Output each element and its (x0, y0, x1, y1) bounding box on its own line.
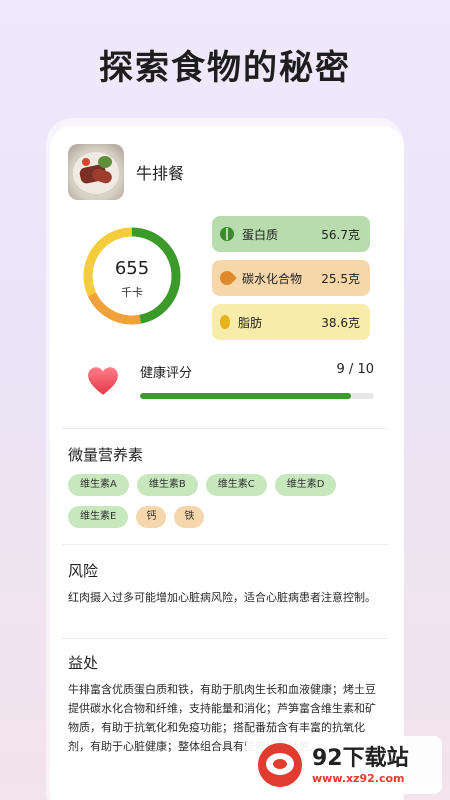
calorie-value: 655 (114, 258, 150, 279)
food-name: 牛排餐 (136, 164, 185, 183)
oil-drop-icon (220, 315, 230, 329)
chip-vitamin-c[interactable]: 维生素C (205, 474, 267, 496)
macro-fat: 脂肪 38.6克 (212, 304, 370, 340)
macro-protein: 蛋白质 56.7克 (212, 216, 370, 252)
risk-title: 风险 (68, 562, 99, 580)
chip-calcium[interactable]: 钙 (136, 506, 167, 528)
site-watermark: 92下载站 www.xz92.com (246, 736, 442, 794)
macro-label: 碳水化合物 (242, 271, 303, 286)
watermark-url: www.xz92.com (312, 771, 405, 785)
health-score-fill (140, 393, 351, 399)
macro-value: 56.7克 (321, 227, 360, 242)
food-photo[interactable] (68, 144, 124, 200)
health-score-bar (140, 393, 374, 399)
calorie-ring: 655 千卡 (82, 226, 182, 326)
food-header: 牛排餐 (68, 144, 184, 200)
grain-icon (217, 268, 237, 288)
macro-carb: 碳水化合物 25.5克 (212, 260, 370, 296)
risk-text: 红肉摄入过多可能增加心脏病风险，适合心脏病患者注意控制。 (68, 591, 376, 604)
heart-icon (88, 367, 118, 395)
bean-icon (220, 227, 234, 241)
nutrition-card: 牛排餐 655 千卡 蛋白质 56.7克 碳水化合物 25.5克 脂肪 38.6… (50, 126, 404, 800)
watermark-title: 92下载站 (312, 745, 409, 771)
health-score-value: 9 / 10 (336, 362, 374, 377)
divider (62, 638, 388, 639)
calorie-unit: 千卡 (121, 286, 143, 299)
page-headline: 探索食物的秘密 (99, 48, 351, 88)
divider (62, 428, 388, 429)
micronutrient-chips: 维生素A 维生素B 维生素C 维生素D 维生素E 钙 铁 (68, 474, 388, 528)
chip-vitamin-d[interactable]: 维生素D (274, 474, 337, 496)
chip-vitamin-b[interactable]: 维生素B (136, 474, 198, 496)
chip-vitamin-a[interactable]: 维生素A (68, 474, 129, 496)
benefit-title: 益处 (68, 654, 99, 672)
macro-value: 38.6克 (321, 315, 360, 330)
macro-value: 25.5克 (321, 271, 360, 286)
chip-vitamin-e[interactable]: 维生素E (68, 506, 129, 528)
divider (62, 544, 388, 545)
health-score-label: 健康评分 (140, 366, 193, 381)
micronutrients-title: 微量营养素 (68, 446, 144, 464)
macro-label: 蛋白质 (242, 227, 279, 242)
macro-label: 脂肪 (238, 315, 263, 330)
site-logo-icon (258, 743, 302, 787)
chip-iron[interactable]: 铁 (174, 506, 205, 528)
